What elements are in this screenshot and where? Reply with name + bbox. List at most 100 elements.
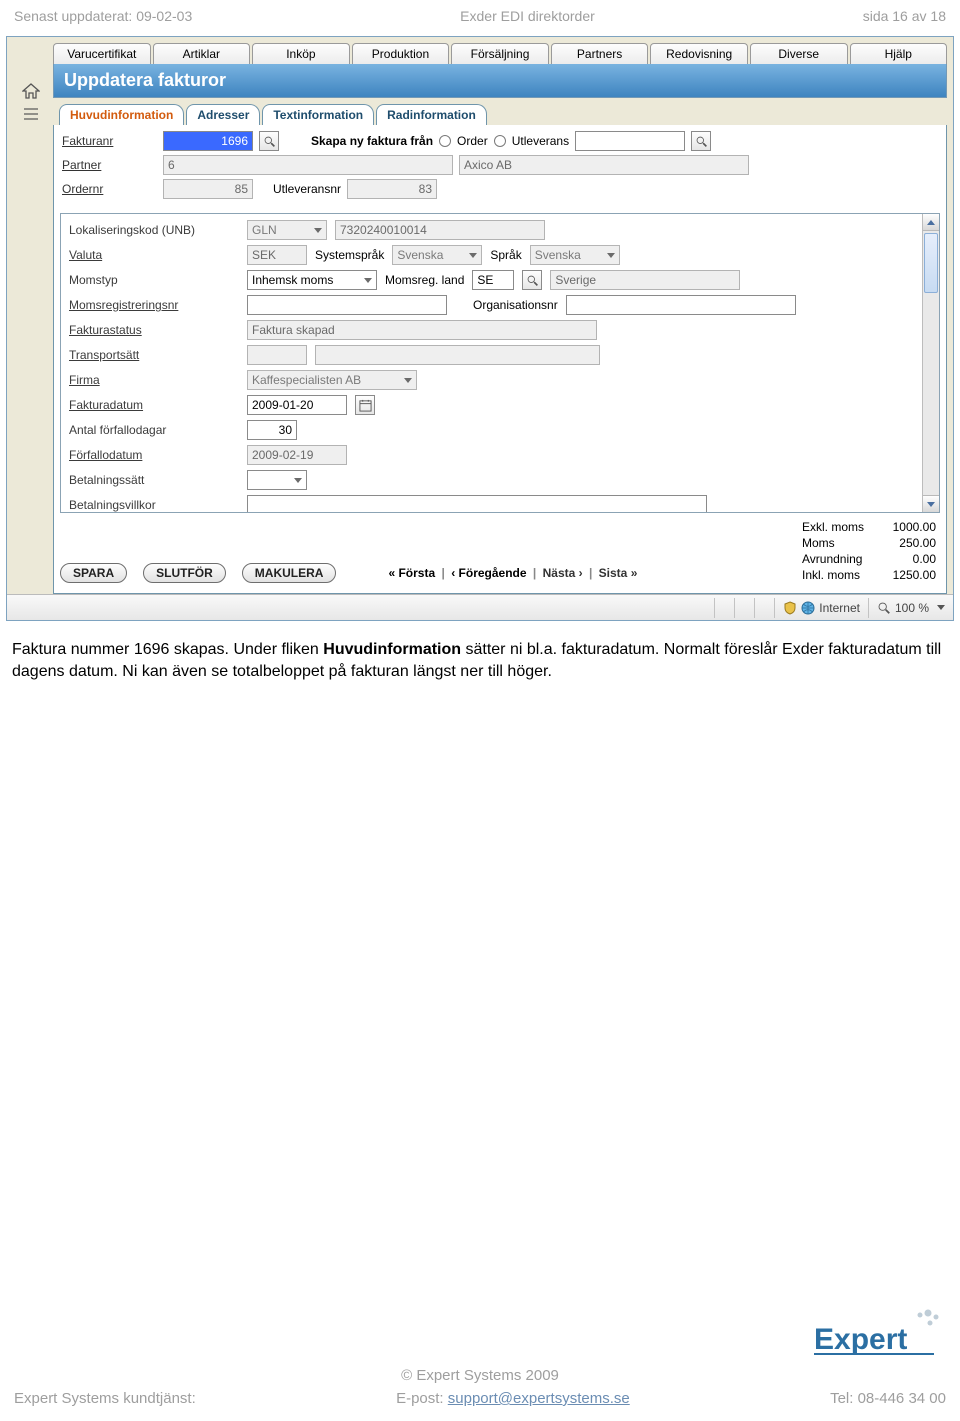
forfallodatum-label[interactable]: Förfallodatum bbox=[69, 448, 239, 462]
form-panel: Fakturanr Skapa ny faktura från Order Ut… bbox=[53, 125, 947, 594]
main-menubar: Varucertifikat Artiklar Inköp Produktion… bbox=[47, 37, 953, 64]
lookup-fakturanr-icon[interactable] bbox=[259, 131, 279, 151]
inkl-value: 1250.00 bbox=[868, 567, 940, 583]
tab-textinformation[interactable]: Textinformation bbox=[262, 104, 374, 125]
utleverans-option-label: Utleverans bbox=[512, 134, 569, 148]
forfallodagar-field[interactable] bbox=[247, 420, 297, 440]
totals-table: Exkl. moms1000.00 Moms250.00 Avrundning0… bbox=[798, 519, 940, 583]
calendar-icon[interactable] bbox=[355, 395, 375, 415]
lokaliseringskod-field bbox=[335, 220, 545, 240]
betalsatt-label: Betalningssätt bbox=[69, 473, 239, 487]
momsreg-land-name-field bbox=[550, 270, 740, 290]
avrundning-value: 0.00 bbox=[868, 551, 940, 567]
order-option-label: Order bbox=[457, 134, 488, 148]
utleveransnr-label: Utleveransnr bbox=[273, 182, 341, 196]
valuta-label[interactable]: Valuta bbox=[69, 248, 239, 262]
menu-artiklar[interactable]: Artiklar bbox=[153, 43, 251, 64]
betalvillkor-label: Betalningsvillkor bbox=[69, 498, 239, 512]
fakturanr-label[interactable]: Fakturanr bbox=[62, 134, 157, 148]
sprak-label: Språk bbox=[490, 248, 521, 262]
doc-updated: Senast uppdaterat: 09-02-03 bbox=[14, 8, 192, 24]
browser-status-bar: Internet 100 % bbox=[7, 594, 953, 620]
record-navigation: « Första | ‹ Föregående | Nästa › | Sist… bbox=[388, 566, 637, 580]
fakturadatum-label[interactable]: Fakturadatum bbox=[69, 398, 239, 412]
forfallodatum-field bbox=[247, 445, 347, 465]
radio-utleverans[interactable] bbox=[494, 135, 506, 147]
nav-first[interactable]: « Första bbox=[388, 566, 435, 580]
details-scroll-area: Lokaliseringskod (UNB) GLN Valuta System… bbox=[60, 213, 940, 513]
menu-varucertifikat[interactable]: Varucertifikat bbox=[53, 43, 151, 64]
svg-text:Expert: Expert bbox=[814, 1323, 907, 1356]
scroll-down-button[interactable] bbox=[923, 495, 939, 512]
support-label: Expert Systems kundtjänst: bbox=[14, 1390, 196, 1407]
momsreg-land-code-field[interactable] bbox=[472, 270, 514, 290]
menu-inkop[interactable]: Inköp bbox=[252, 43, 350, 64]
firma-label[interactable]: Firma bbox=[69, 373, 239, 387]
orgnr-label: Organisationsnr bbox=[473, 298, 558, 312]
lokaliseringskod-type-select: GLN bbox=[247, 220, 327, 240]
ny-faktura-ref-field[interactable] bbox=[575, 131, 685, 151]
scrollbar[interactable] bbox=[922, 214, 939, 512]
momstyp-select[interactable]: Inhemsk moms bbox=[247, 270, 377, 290]
company-logo: Expert bbox=[0, 1307, 960, 1367]
zone-label: Internet bbox=[819, 601, 860, 615]
globe-icon bbox=[801, 601, 815, 615]
radio-order[interactable] bbox=[439, 135, 451, 147]
list-icon[interactable] bbox=[23, 107, 39, 121]
spara-button[interactable]: SPARA bbox=[60, 563, 127, 583]
transport-label[interactable]: Transportsätt bbox=[69, 348, 239, 362]
slutfor-button[interactable]: SLUTFÖR bbox=[143, 563, 226, 583]
momsreg-land-label: Momsreg. land bbox=[385, 273, 464, 287]
momsregnr-field[interactable] bbox=[247, 295, 447, 315]
makulera-button[interactable]: MAKULERA bbox=[242, 563, 337, 583]
transport-code-field bbox=[247, 345, 307, 365]
moms-value: 250.00 bbox=[868, 535, 940, 551]
home-icon[interactable] bbox=[22, 83, 40, 99]
tab-radinformation[interactable]: Radinformation bbox=[376, 104, 487, 125]
fakturadatum-field[interactable] bbox=[247, 395, 347, 415]
menu-forsaljning[interactable]: Försäljning bbox=[451, 43, 549, 64]
avrundning-label: Avrundning bbox=[798, 551, 868, 567]
firma-select: Kaffespecialisten AB bbox=[247, 370, 417, 390]
zoom-value: 100 % bbox=[895, 601, 929, 615]
nav-last[interactable]: Sista » bbox=[599, 566, 638, 580]
page-footer: Expert © Expert Systems 2009 Expert Syst… bbox=[0, 1307, 960, 1421]
menu-hjalp[interactable]: Hjälp bbox=[850, 43, 948, 64]
fakturastatus-label[interactable]: Fakturastatus bbox=[69, 323, 239, 337]
menu-diverse[interactable]: Diverse bbox=[750, 43, 848, 64]
copyright: © Expert Systems 2009 bbox=[0, 1367, 960, 1384]
nav-prev[interactable]: ‹ Föregående bbox=[451, 566, 526, 580]
tab-adresser[interactable]: Adresser bbox=[186, 104, 260, 125]
partner-num-field bbox=[163, 155, 453, 175]
sub-tab-row: Huvudinformation Adresser Textinformatio… bbox=[53, 98, 947, 125]
momstyp-label: Momstyp bbox=[69, 273, 239, 287]
scroll-thumb[interactable] bbox=[924, 233, 938, 293]
telephone: Tel: 08-446 34 00 bbox=[830, 1390, 946, 1407]
partner-label[interactable]: Partner bbox=[62, 158, 157, 172]
momsregnr-label[interactable]: Momsregistreringsnr bbox=[69, 298, 239, 312]
nav-next[interactable]: Nästa › bbox=[543, 566, 583, 580]
orgnr-field[interactable] bbox=[566, 295, 796, 315]
ordernr-label[interactable]: Ordernr bbox=[62, 182, 157, 196]
lookup-momsland-icon[interactable] bbox=[522, 270, 542, 290]
betalsatt-select[interactable] bbox=[247, 470, 307, 490]
betalvillkor-field[interactable] bbox=[247, 495, 707, 512]
lookup-nyfaktura-icon[interactable] bbox=[691, 131, 711, 151]
valuta-field bbox=[247, 245, 307, 265]
menu-produktion[interactable]: Produktion bbox=[352, 43, 450, 64]
support-email-link[interactable]: support@expertsystems.se bbox=[448, 1390, 630, 1407]
menu-partners[interactable]: Partners bbox=[551, 43, 649, 64]
forfallodagar-label: Antal förfallodagar bbox=[69, 423, 239, 437]
fakturastatus-field bbox=[247, 320, 597, 340]
scroll-up-button[interactable] bbox=[923, 214, 939, 231]
fakturanr-field[interactable] bbox=[163, 131, 253, 151]
tab-huvudinformation[interactable]: Huvudinformation bbox=[59, 104, 184, 125]
ordernr-field bbox=[163, 179, 253, 199]
zoom-icon bbox=[877, 601, 891, 615]
moms-label: Moms bbox=[798, 535, 868, 551]
exkl-label: Exkl. moms bbox=[798, 519, 868, 535]
document-header: Senast uppdaterat: 09-02-03 Exder EDI di… bbox=[0, 0, 960, 30]
zoom-cell[interactable]: 100 % bbox=[868, 598, 953, 618]
menu-redovisning[interactable]: Redovisning bbox=[650, 43, 748, 64]
systemsprak-label: Systemspråk bbox=[315, 248, 384, 262]
